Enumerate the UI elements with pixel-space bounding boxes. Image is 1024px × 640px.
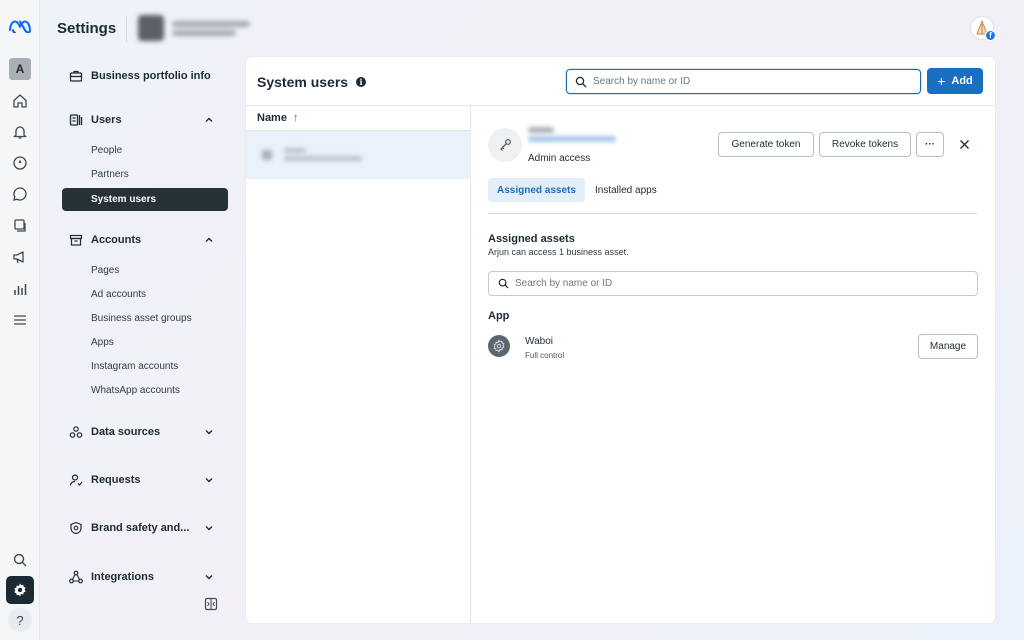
- left-rail: A ?: [0, 0, 40, 640]
- nav-item-partners[interactable]: Partners: [62, 163, 228, 186]
- business-portfolio-selector[interactable]: [138, 15, 250, 41]
- assigned-assets-description: Arjun can access 1 business asset.: [488, 247, 629, 257]
- nav-label: Data sources: [91, 426, 161, 438]
- page-title: Settings: [57, 20, 117, 37]
- blurred-user-name: [528, 124, 616, 145]
- divider: [488, 213, 977, 214]
- assigned-assets-heading: Assigned assets: [488, 233, 575, 245]
- chevron-up-icon[interactable]: [202, 233, 216, 247]
- chevron-down-icon[interactable]: [202, 521, 216, 535]
- gear-icon[interactable]: [6, 576, 34, 604]
- nav-label: Users: [91, 114, 122, 126]
- add-button[interactable]: + Add: [927, 68, 983, 94]
- integrations-icon: [67, 568, 85, 586]
- asset-permission: Full control: [525, 351, 565, 360]
- tab-installed-apps[interactable]: Installed apps: [586, 178, 666, 202]
- messages-icon[interactable]: [8, 182, 32, 206]
- chevron-down-icon[interactable]: [202, 570, 216, 584]
- nav-item-pages[interactable]: Pages: [62, 259, 228, 282]
- system-users-heading: System users i: [257, 74, 367, 90]
- close-icon[interactable]: [956, 136, 972, 152]
- search-icon: [575, 76, 587, 87]
- nav-item-ad-accounts[interactable]: Ad accounts: [62, 283, 228, 306]
- assets-search[interactable]: [488, 271, 978, 296]
- search-icon: [498, 278, 509, 289]
- main-panel: System users i + Add Name ↑ A: [246, 57, 995, 623]
- generate-token-button[interactable]: Generate token: [718, 132, 814, 157]
- nav-label: Integrations: [91, 571, 154, 583]
- help-icon[interactable]: ?: [8, 608, 32, 632]
- content-icon[interactable]: [8, 213, 32, 237]
- info-icon[interactable]: i: [356, 77, 367, 87]
- nav-section-data-sources[interactable]: Data sources: [62, 420, 228, 444]
- assets-search-input[interactable]: [515, 278, 815, 289]
- collapse-sidebar-icon[interactable]: [203, 596, 219, 612]
- nav-business-portfolio-info[interactable]: Business portfolio info: [62, 64, 228, 88]
- nav-section-users[interactable]: Users: [62, 108, 228, 132]
- nav-section-brand-safety[interactable]: Brand safety and...: [62, 516, 228, 540]
- column-header-label: Name: [257, 112, 287, 124]
- asset-group-label: App: [488, 310, 510, 322]
- nav-item-instagram-accounts[interactable]: Instagram accounts: [62, 355, 228, 378]
- chevron-down-icon[interactable]: [202, 473, 216, 487]
- chevron-down-icon[interactable]: [202, 425, 216, 439]
- name-column-header[interactable]: Name ↑: [257, 112, 298, 124]
- system-user-detail: Admin access Generate token Revoke token…: [472, 106, 995, 623]
- nav-item-system-users[interactable]: System users: [62, 188, 228, 211]
- app-gear-icon: [488, 335, 510, 357]
- blurred-user-entry: [262, 145, 362, 164]
- nav-label: Requests: [91, 474, 141, 486]
- account-avatar[interactable]: A: [9, 58, 31, 80]
- more-options-button[interactable]: ···: [916, 132, 944, 157]
- panel-title-text: System users: [257, 74, 349, 90]
- nav-item-people[interactable]: People: [62, 139, 228, 162]
- ads-icon[interactable]: [8, 245, 32, 269]
- plus-icon: +: [937, 73, 946, 89]
- explore-icon[interactable]: [8, 151, 32, 175]
- data-sources-icon: [67, 423, 85, 441]
- nav-section-accounts[interactable]: Accounts: [62, 228, 228, 252]
- nav-item-apps[interactable]: Apps: [62, 331, 228, 354]
- requests-icon: [67, 471, 85, 489]
- nav-item-whatsapp-accounts[interactable]: WhatsApp accounts: [62, 379, 228, 402]
- manage-button[interactable]: Manage: [918, 334, 978, 359]
- insights-icon[interactable]: [8, 277, 32, 301]
- nav-label: Brand safety and...: [91, 522, 190, 534]
- nav-label: Business portfolio info: [91, 70, 211, 82]
- home-icon[interactable]: [8, 89, 32, 113]
- facebook-badge-icon: f: [985, 30, 996, 41]
- nav-label: Accounts: [91, 234, 142, 246]
- sort-ascending-icon: ↑: [292, 112, 299, 124]
- revoke-tokens-button[interactable]: Revoke tokens: [819, 132, 911, 157]
- shield-icon: [67, 519, 85, 537]
- list-item[interactable]: [246, 131, 471, 179]
- header-divider: [126, 16, 127, 42]
- briefcase-icon: [67, 67, 85, 85]
- add-label: Add: [951, 75, 973, 87]
- user-avatar[interactable]: f: [970, 16, 996, 41]
- asset-name: Waboi: [525, 336, 553, 347]
- chevron-up-icon[interactable]: [202, 113, 216, 127]
- nav-item-business-asset-groups[interactable]: Business asset groups: [62, 307, 228, 330]
- search-icon[interactable]: [8, 548, 32, 572]
- accounts-icon: [67, 231, 85, 249]
- users-icon: [67, 111, 85, 129]
- notifications-icon[interactable]: [8, 120, 32, 144]
- system-users-search[interactable]: [566, 69, 921, 94]
- key-icon: [488, 128, 522, 162]
- system-users-list: Name ↑: [246, 106, 471, 623]
- nav-section-requests[interactable]: Requests: [62, 468, 228, 492]
- menu-icon[interactable]: [8, 308, 32, 332]
- role-text: Admin access: [528, 153, 591, 164]
- search-input[interactable]: [593, 76, 893, 87]
- meta-logo-icon[interactable]: [8, 14, 32, 38]
- tab-assigned-assets[interactable]: Assigned assets: [488, 178, 585, 202]
- nav-section-integrations[interactable]: Integrations: [62, 565, 228, 589]
